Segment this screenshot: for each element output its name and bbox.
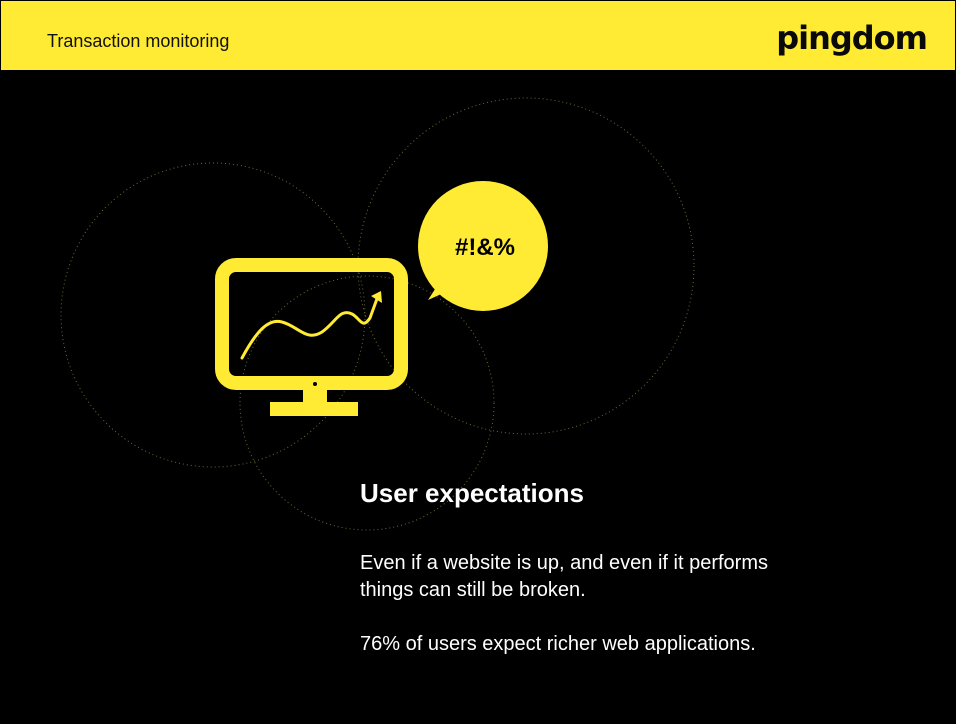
header-bar: Transaction monitoring pingdom	[0, 0, 956, 71]
monitor-chart-icon	[215, 258, 408, 416]
slide: Transaction monitoring pingdom #!&% User…	[0, 0, 956, 724]
dotted-circle-left	[60, 162, 366, 468]
illustration: #!&%	[60, 97, 695, 531]
paragraph-2: 76% of users expect richer web applicati…	[360, 633, 756, 655]
speech-bubble-text: #!&%	[455, 234, 515, 261]
pingdom-logo: pingdom	[776, 19, 928, 57]
speech-bubble: #!&%	[418, 181, 548, 311]
paragraph-1-line-1: Even if a website is up, and even if it …	[360, 552, 768, 574]
paragraph-1: Even if a website is up, and even if it …	[360, 550, 880, 604]
header-title: Transaction monitoring	[47, 31, 230, 51]
section-heading: User expectations	[360, 478, 584, 508]
paragraph-1-line-2: things can still be broken.	[360, 579, 586, 601]
